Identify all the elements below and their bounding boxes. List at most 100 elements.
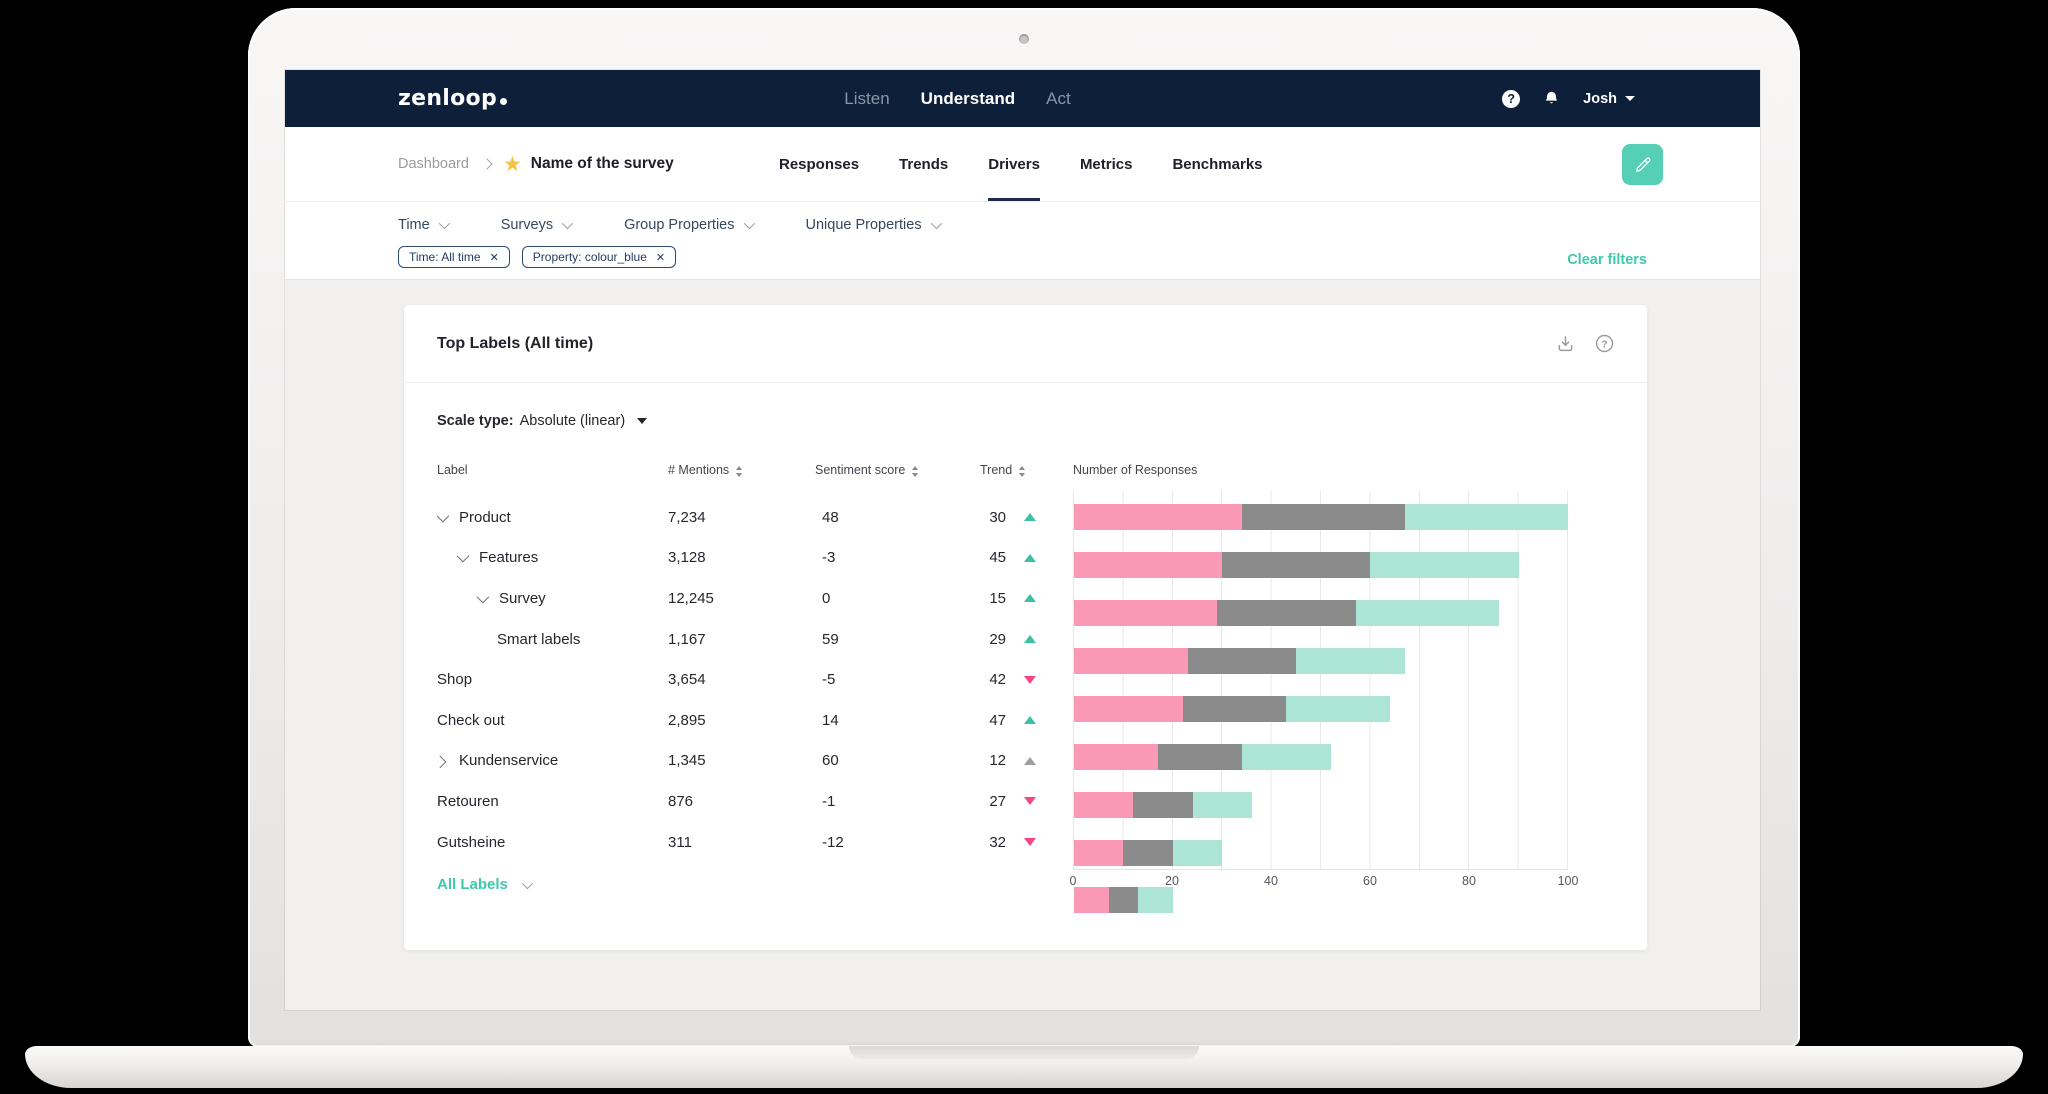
bar-check-out [1074,743,1568,785]
user-menu[interactable]: Josh [1583,91,1635,107]
filter-chip-time-all-time[interactable]: Time: All time ✕ [398,246,510,268]
download-icon[interactable] [1555,333,1576,354]
row-label-kundenservice[interactable]: Kundenservice [433,741,668,782]
chevron-down-icon[interactable] [436,509,450,523]
clear-filters-button[interactable]: Clear filters [1567,252,1647,268]
filter-dropdown-time[interactable]: Time [398,217,450,233]
tab-benchmarks[interactable]: Benchmarks [1172,127,1262,201]
sort-icon[interactable] [736,466,743,477]
page-content: Top Labels (All time) ? Scale type: Abso… [285,280,1760,1010]
chevron-down-icon[interactable] [456,550,470,563]
chevron-right-icon[interactable] [433,755,447,769]
survey-header-row: Dashboard ★ Name of the survey Responses… [285,127,1760,202]
trend-up-icon [1024,716,1036,725]
column-header--mentions[interactable]: # Mentions [668,463,815,497]
row-mentions-kundenservice: 1,345 [668,752,706,770]
label-text: Shop [437,671,473,689]
column-header-sentiment-score[interactable]: Sentiment score [815,463,980,497]
responses-chart: 0 20 40 60 80 100 [1070,491,1614,914]
filter-chip-property-colour-blue[interactable]: Property: colour_blue ✕ [521,246,677,268]
zenloop-logo[interactable]: zenloop [398,86,508,111]
grey-segment [1217,600,1356,627]
pink-segment [1074,600,1218,627]
label-text: Survey [499,589,546,607]
nav-item-understand[interactable]: Understand [921,89,1015,109]
teal-segment [1241,743,1331,770]
pink-segment [1074,647,1188,674]
labels-table: Label # Mentions Sentiment score Trend Numbe… [433,463,1614,914]
chevron-down-icon [1625,96,1635,101]
star-icon[interactable]: ★ [503,154,522,175]
grey-segment [1182,695,1287,722]
filter-chip-label: Property: colour_blue [532,250,647,264]
tab-trends[interactable]: Trends [899,127,948,201]
close-icon[interactable]: ✕ [490,251,499,264]
label-text: Product [459,508,511,526]
filter-chip-label: Time: All time [409,250,481,264]
row-label-gutsheine: Gutsheine [437,822,668,863]
label-text: Kundenservice [459,752,559,770]
chevron-right-icon [481,158,493,170]
edit-survey-button[interactable] [1622,144,1663,185]
grey-segment [1187,647,1297,674]
column-header-trend[interactable]: Trend [980,463,1073,497]
row-label-smart-labels: Smart labels [437,619,668,660]
card-header: Top Labels (All time) ? [404,305,1647,383]
label-text: Smart labels [497,630,581,648]
pink-segment [1074,695,1183,722]
x-axis-tick: 60 [1363,874,1377,889]
grey-segment [1123,839,1173,866]
grey-segment [1157,743,1242,770]
nav-item-act[interactable]: Act [1046,89,1071,109]
notifications-bell-icon[interactable] [1543,90,1560,107]
row-sentiment-smart-labels: 59 [822,630,839,648]
sort-icon[interactable] [1019,466,1026,477]
row-trend-features: 45 [980,538,1073,579]
row-label-check-out: Check out [437,700,668,741]
filter-dropdown-surveys[interactable]: Surveys [501,217,574,233]
trend-up-icon [1024,756,1036,765]
row-label-survey[interactable]: Survey [437,578,668,619]
row-sentiment-product: 48 [822,508,839,526]
laptop-base-notch [849,1046,1199,1059]
help-icon[interactable]: ? [1502,89,1521,108]
sort-icon[interactable] [912,466,919,477]
tab-metrics[interactable]: Metrics [1080,127,1133,201]
grey-segment [1222,552,1371,579]
label-text: Features [479,549,539,567]
card-actions: ? [1555,333,1614,354]
row-sentiment-retouren: -1 [822,792,836,810]
row-mentions-product: 7,234 [668,508,706,526]
row-sentiment-features: -3 [822,549,836,567]
row-label-product[interactable]: Product [436,497,668,538]
nav-item-listen[interactable]: Listen [844,89,889,109]
chevron-down-icon[interactable] [521,877,533,890]
bar-features [1074,552,1568,593]
tab-responses[interactable]: Responses [779,127,859,201]
pencil-icon [1633,155,1653,175]
bar-survey [1074,600,1568,641]
scale-type-label: Scale type: [437,413,514,429]
trend-down-icon [1024,797,1036,806]
filter-dropdown-unique-properties[interactable]: Unique Properties [806,217,942,233]
trend-up-icon [1024,594,1036,603]
trend-up-icon [1024,553,1036,562]
tab-drivers[interactable]: Drivers [988,127,1040,201]
label-text: Check out [437,711,505,729]
row-trend-kundenservice: 12 [980,741,1073,782]
scale-type-dropdown[interactable]: Scale type: Absolute (linear) [437,413,1614,429]
breadcrumb[interactable]: Dashboard [398,156,469,172]
x-axis-tick: 100 [1557,874,1579,889]
caret-down-icon [637,418,648,424]
help-circle-icon[interactable]: ? [1595,334,1614,353]
card-title: Top Labels (All time) [437,334,594,352]
chevron-down-icon[interactable] [476,590,490,604]
all-labels-link[interactable]: All Labels [437,876,508,893]
top-navigation-bar: zenloop Listen Understand Act ? Josh [285,70,1760,127]
row-mentions-smart-labels: 1,167 [668,630,706,648]
row-label-features[interactable]: Features [437,538,668,579]
close-icon[interactable]: ✕ [656,251,665,264]
filter-dropdown-group-properties[interactable]: Group Properties [624,217,755,233]
chevron-down-icon [438,217,450,230]
grey-segment [1241,504,1405,531]
